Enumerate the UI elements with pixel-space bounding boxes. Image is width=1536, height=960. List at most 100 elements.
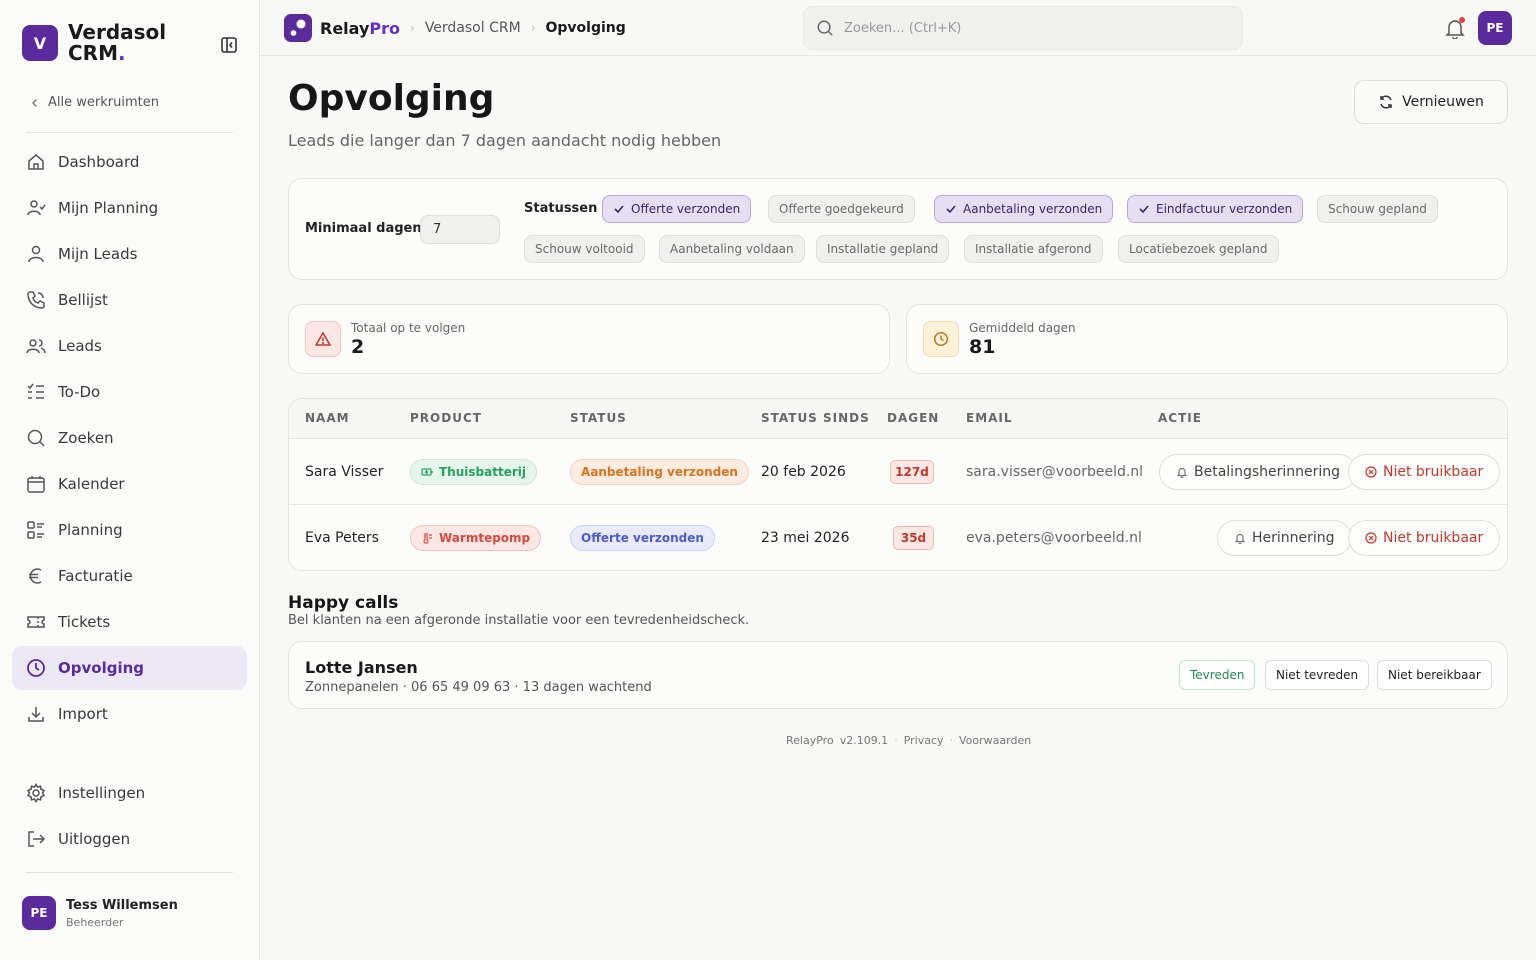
days-badge: 35d (893, 526, 934, 550)
payment-reminder-button[interactable]: Betalingsherinnering (1159, 454, 1358, 490)
top-avatar[interactable]: PE (1478, 11, 1512, 45)
min-days-input[interactable] (420, 215, 500, 244)
column-header-days[interactable]: DAGEN (887, 411, 939, 425)
page-subtitle: Leads die langer dan 7 dagen aandacht no… (288, 131, 722, 150)
not-usable-button[interactable]: Niet bruikbaar (1348, 454, 1501, 490)
chip-label: Installatie afgerond (975, 242, 1092, 256)
status-label: Offerte verzonden (581, 531, 704, 545)
notifications-bell-icon[interactable] (1444, 17, 1466, 39)
sidebar-item-planning[interactable]: Planning (12, 508, 247, 552)
sidebar-item-bellijst[interactable]: Bellijst (12, 278, 247, 322)
brand-name-line2: CRM (68, 41, 118, 65)
status-chip-aanbetaling-verzonden[interactable]: Aanbetaling verzonden (934, 195, 1114, 223)
status-chip-eindfactuur-verzonden[interactable]: Eindfactuur verzonden (1127, 195, 1304, 223)
sidebar-item-import[interactable]: Import (12, 692, 247, 736)
sidebar-item-instellingen[interactable]: Instellingen (12, 771, 247, 815)
lead-email[interactable]: eva.peters@voorbeeld.nl (966, 530, 1142, 546)
chevron-left-icon (32, 98, 37, 107)
sidebar-collapse-icon[interactable] (220, 36, 242, 58)
sidebar-item-label: Tickets (58, 613, 111, 631)
chip-label: Eindfactuur verzonden (1156, 202, 1293, 216)
user-icon (28, 245, 44, 263)
min-days-label: Minimaal dagen (305, 221, 422, 236)
status-chip-schouw-gepland[interactable]: Schouw gepland (1317, 195, 1438, 223)
table-row[interactable]: Eva Peters Warmtepomp Offerte verzonden … (289, 505, 1507, 570)
app-name[interactable]: RelayPro (320, 19, 400, 38)
sidebar-item-label: Mijn Planning (58, 199, 159, 217)
column-header-email[interactable]: EMAIL (966, 411, 1013, 425)
relaypro-logo-icon (284, 14, 312, 42)
status-chip-offerte-goedgekeurd[interactable]: Offerte goedgekeurd (768, 195, 915, 223)
ticket-icon (27, 616, 45, 628)
status-chip-installatie-afgerond[interactable]: Installatie afgerond (964, 235, 1103, 263)
lead-name[interactable]: Sara Visser (305, 464, 383, 480)
product-label: Warmtepomp (439, 531, 531, 545)
column-header-name[interactable]: NAAM (305, 411, 350, 425)
chevron-right-icon: › (530, 21, 536, 35)
sidebar-item-label: Zoeken (58, 429, 114, 447)
sidebar-item-uitloggen[interactable]: Uitloggen (12, 817, 247, 861)
status-chip-schouw-voltooid[interactable]: Schouw voltooid (524, 235, 645, 263)
product-label: Thuisbatterij (439, 465, 526, 479)
brand[interactable]: V Verdasol CRM. (22, 22, 178, 64)
lead-email[interactable]: sara.visser@voorbeeld.nl (966, 464, 1143, 480)
status-chip-aanbetaling-voldaan[interactable]: Aanbetaling voldaan (659, 235, 805, 263)
x-circle-icon (1365, 532, 1377, 544)
terms-link[interactable]: Voorwaarden (959, 734, 1031, 747)
chip-label: Schouw gepland (1328, 202, 1427, 216)
not-satisfied-button[interactable]: Niet tevreden (1265, 660, 1370, 690)
sidebar-item-mijn-leads[interactable]: Mijn Leads (12, 232, 247, 276)
unreachable-button[interactable]: Niet bereikbaar (1377, 660, 1492, 690)
battery-icon (421, 468, 433, 476)
sidebar-item-label: To-Do (58, 383, 101, 401)
chip-label: Locatiebezoek gepland (1129, 242, 1268, 256)
sidebar-divider (26, 872, 233, 873)
gear-icon (26, 783, 46, 803)
checklist-icon (27, 383, 44, 399)
chip-label: Installatie gepland (827, 242, 939, 256)
column-header-product[interactable]: PRODUCT (410, 411, 482, 425)
status-chip-installatie-gepland[interactable]: Installatie gepland (816, 235, 950, 263)
euro-icon (29, 568, 42, 584)
footer-separator: · (949, 734, 954, 747)
column-header-status[interactable]: STATUS (570, 411, 627, 425)
search-input[interactable] (844, 20, 1224, 36)
product-badge: Thuisbatterij (410, 459, 537, 485)
check-icon (1139, 205, 1149, 214)
back-to-workspaces-link[interactable]: Alle werkruimten (30, 95, 159, 110)
sidebar-item-tickets[interactable]: Tickets (12, 600, 247, 644)
reminder-button[interactable]: Herinnering (1217, 520, 1352, 556)
lead-name[interactable]: Eva Peters (305, 530, 379, 546)
footer-version: v2.109.1 (839, 734, 889, 747)
sidebar-item-leads[interactable]: Leads (12, 324, 247, 368)
refresh-button[interactable]: Vernieuwen (1354, 80, 1508, 124)
status-chip-offerte-verzonden[interactable]: Offerte verzonden (602, 195, 752, 223)
footer-app: RelayPro (786, 734, 834, 747)
search-box[interactable] (803, 6, 1243, 50)
breadcrumb-workspace[interactable]: Verdasol CRM (425, 20, 521, 36)
status-since: 23 mei 2026 (761, 530, 850, 546)
column-header-status-since[interactable]: STATUS SINDS (761, 411, 870, 425)
footer-separator: · (894, 734, 898, 747)
sidebar-item-mijn-planning[interactable]: Mijn Planning (12, 186, 247, 230)
privacy-link[interactable]: Privacy (904, 734, 944, 747)
sidebar-item-opvolging[interactable]: Opvolging (12, 646, 247, 690)
customer-name[interactable]: Lotte Jansen (305, 658, 418, 677)
sidebar-item-facturatie[interactable]: Facturatie (12, 554, 247, 598)
sidebar-item-label: Dashboard (58, 153, 140, 171)
user-role: Beheerder (66, 915, 124, 929)
sidebar-item-zoeken[interactable]: Zoeken (12, 416, 247, 460)
not-usable-button[interactable]: Niet bruikbaar (1348, 520, 1501, 556)
check-icon (614, 205, 624, 214)
chip-label: Offerte verzonden (631, 202, 741, 216)
stat-value: 81 (969, 336, 996, 358)
sidebar-item-kalender[interactable]: Kalender (12, 462, 247, 506)
sidebar-item-dashboard[interactable]: Dashboard (12, 140, 247, 184)
bell-icon (1176, 467, 1188, 478)
clock-icon (923, 321, 959, 357)
table-row[interactable]: Sara Visser Thuisbatterij Aanbetaling ve… (289, 439, 1507, 505)
status-chip-locatiebezoek-gepland[interactable]: Locatiebezoek gepland (1118, 235, 1279, 263)
user-profile[interactable]: PE Tess Willemsen Beheerder (22, 896, 178, 930)
satisfied-button[interactable]: Tevreden (1179, 660, 1256, 690)
sidebar-item-to-do[interactable]: To-Do (12, 370, 247, 414)
